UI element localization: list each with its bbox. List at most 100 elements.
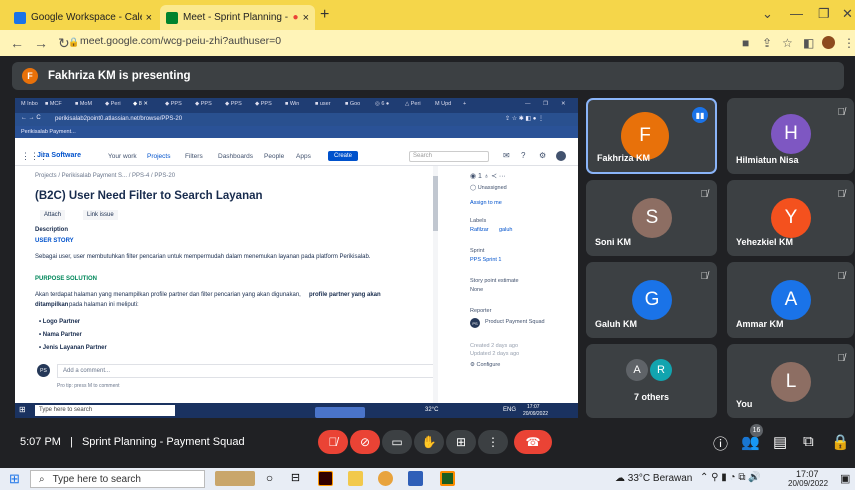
close-tab-icon[interactable]: × xyxy=(146,12,152,24)
illustrator-icon[interactable] xyxy=(318,471,333,486)
windows-taskbar: ⊞ ⌕ Type here to search ○ ⊟ ☁ 33°C Beraw… xyxy=(0,468,855,490)
participant-name: Fakhriza KM xyxy=(597,153,651,163)
nav-your-work[interactable]: Your work xyxy=(108,153,137,160)
chrome-icon[interactable] xyxy=(378,471,393,486)
meeting-time: 5:07 PM xyxy=(20,436,61,448)
configure-link[interactable]: ⚙ Configure xyxy=(470,362,500,368)
nav-dashboards[interactable]: Dashboards xyxy=(218,153,253,160)
present-button[interactable]: ⊞ xyxy=(446,430,476,454)
mic-toggle-button[interactable]: 🎙̸ xyxy=(318,430,348,454)
self-tile[interactable]: L 🎙̸ You xyxy=(727,344,854,418)
settings-icon[interactable]: ⚙ xyxy=(539,151,546,160)
avatar: PS xyxy=(470,318,480,328)
label-tag[interactable]: Rafilzar xyxy=(470,227,489,233)
nav-apps[interactable]: Apps xyxy=(296,153,311,160)
camera-icon[interactable]: ■ xyxy=(742,36,749,50)
raise-hand-button[interactable]: ✋ xyxy=(414,430,444,454)
help-icon[interactable]: ? xyxy=(521,151,525,160)
jira-search-input[interactable]: Search xyxy=(409,151,489,162)
participant-tile[interactable]: G 🎙̸ Galuh KM xyxy=(586,262,717,338)
app-icon[interactable] xyxy=(408,471,423,486)
reporter-label: Reporter xyxy=(470,308,492,314)
purpose-text-c: ditampilkan xyxy=(35,302,69,308)
forward-icon[interactable]: → xyxy=(34,35,48,51)
taskbar-search-input[interactable]: ⌕ Type here to search xyxy=(30,470,205,488)
create-button[interactable]: Create xyxy=(328,151,359,161)
nav-people[interactable]: People xyxy=(264,153,284,160)
participant-name: Hilmiatun Nisa xyxy=(736,155,799,165)
participant-tile[interactable]: A 🎙̸ Ammar KM xyxy=(727,262,854,338)
issue-details-panel: ◉ 1 ♁ ≺ ··· ◯ Unassigned Assign to me La… xyxy=(455,173,578,403)
meeting-info: 5:07 PM | Sprint Planning - Payment Squa… xyxy=(20,436,245,448)
cortana-icon[interactable]: ○ xyxy=(262,471,277,486)
inner-temp: 32°C xyxy=(425,407,439,413)
nav-projects[interactable]: Projects xyxy=(147,153,170,160)
participant-tile[interactable]: H 🎙̸ Hilmiatun Nisa xyxy=(727,98,854,174)
participant-tile[interactable]: S 🎙̸ Soni KM xyxy=(586,180,717,256)
captions-button[interactable]: ▭ xyxy=(382,430,412,454)
host-controls-icon[interactable]: 🔒 xyxy=(831,433,850,451)
camera-toggle-button[interactable]: ⊘ xyxy=(350,430,380,454)
avatar: PS xyxy=(37,364,50,377)
system-tray-icons[interactable]: ⌃ ⚲ ▮ ◔ ⧉ 🔊 xyxy=(700,472,761,483)
minimize-button[interactable]: — xyxy=(790,6,803,21)
profile-avatar-icon[interactable] xyxy=(556,151,566,161)
participant-tile[interactable]: F ▮▮ Fakhriza KM xyxy=(586,98,717,174)
file-explorer-icon[interactable] xyxy=(348,471,363,486)
speaking-icon: ▮▮ xyxy=(692,107,708,123)
scrollbar[interactable] xyxy=(433,166,438,406)
more-options-button[interactable]: ⋮ xyxy=(478,430,508,454)
profile-avatar-icon[interactable] xyxy=(822,36,835,49)
tab-search-icon[interactable]: ⌄ xyxy=(762,6,773,22)
pro-tip: Pro tip: press M to comment xyxy=(57,383,120,389)
others-label: 7 others xyxy=(633,392,669,402)
new-tab-button[interactable]: + xyxy=(320,6,329,24)
tab-meet[interactable]: Meet - Sprint Planning - Pay ● × xyxy=(160,5,315,30)
tab-calendar[interactable]: Google Workspace - Calendar - J × xyxy=(8,5,158,30)
nav-filters[interactable]: Filters xyxy=(185,153,203,160)
app-icon[interactable] xyxy=(440,471,455,486)
presenting-banner: F Fakhriza KM is presenting xyxy=(12,62,844,90)
chat-icon[interactable]: ▤ xyxy=(773,433,787,451)
others-tile[interactable]: A R 7 others xyxy=(586,344,717,418)
created-text: Created 2 days ago xyxy=(470,343,519,349)
inner-address-bar: ← → C perikisalab2point0.atlassian.net/b… xyxy=(15,113,578,126)
avatar: S xyxy=(632,198,672,238)
bookmark-star-icon[interactable]: ☆ xyxy=(782,36,793,50)
close-tab-icon[interactable]: × xyxy=(303,12,309,24)
avatar: Y xyxy=(771,198,811,238)
notification-icon[interactable]: ✉ xyxy=(503,151,510,160)
weather-widget[interactable]: ☁ 33°C Berawan xyxy=(615,473,692,484)
task-view-icon[interactable]: ⊟ xyxy=(288,471,303,486)
windows-start-icon[interactable]: ⊞ xyxy=(9,471,20,487)
info-icon[interactable]: ⓘ xyxy=(713,433,728,454)
assign-to-me-link[interactable]: Assign to me xyxy=(470,200,502,206)
label-tag[interactable]: galuh xyxy=(499,227,512,233)
mic-off-icon: 🎙̸ xyxy=(837,271,846,282)
back-icon[interactable]: ← xyxy=(10,35,24,51)
purpose-heading: PURPOSE SOLUTION xyxy=(35,276,98,282)
close-window-button[interactable]: ✕ xyxy=(842,6,853,22)
story-text: Sebagai user, user membutuhkan filter pe… xyxy=(35,254,371,260)
share-icon[interactable]: ⇪ xyxy=(762,36,772,50)
watch-icon[interactable]: ◉ 1 ♁ ≺ ··· xyxy=(470,172,506,180)
notification-center-icon[interactable]: ▣ xyxy=(840,472,850,485)
mic-off-icon: 🎙̸ xyxy=(837,353,846,364)
sidebar-icon[interactable]: ◧ xyxy=(803,36,814,50)
activities-icon[interactable]: ⧉ xyxy=(803,433,814,450)
inner-url: perikisalab2point0.atlassian.net/browse/… xyxy=(55,116,183,122)
link-issue-button[interactable]: Link issue xyxy=(83,210,118,220)
maximize-button[interactable]: ❐ xyxy=(818,6,830,22)
sprint-value[interactable]: PPS Sprint 1 xyxy=(470,257,502,263)
menu-icon[interactable]: ⋮ xyxy=(843,36,855,50)
participant-tile[interactable]: Y 🎙̸ Yehezkiel KM xyxy=(727,180,854,256)
end-call-button[interactable]: ☎ xyxy=(514,430,552,454)
tab-title: Meet - Sprint Planning - Pay xyxy=(183,12,290,23)
taskbar-app-icon[interactable] xyxy=(215,471,255,486)
labels-label: Labels xyxy=(470,218,487,224)
url-field[interactable]: meet.google.com/wcg-peiu-zhi?authuser=0 xyxy=(80,35,281,47)
tab-title: Google Workspace - Calendar - J xyxy=(31,12,142,23)
attach-button[interactable]: Attach xyxy=(40,210,66,220)
list-item: • Logo Partner xyxy=(39,319,81,325)
comment-input[interactable]: Add a comment... xyxy=(57,364,437,378)
